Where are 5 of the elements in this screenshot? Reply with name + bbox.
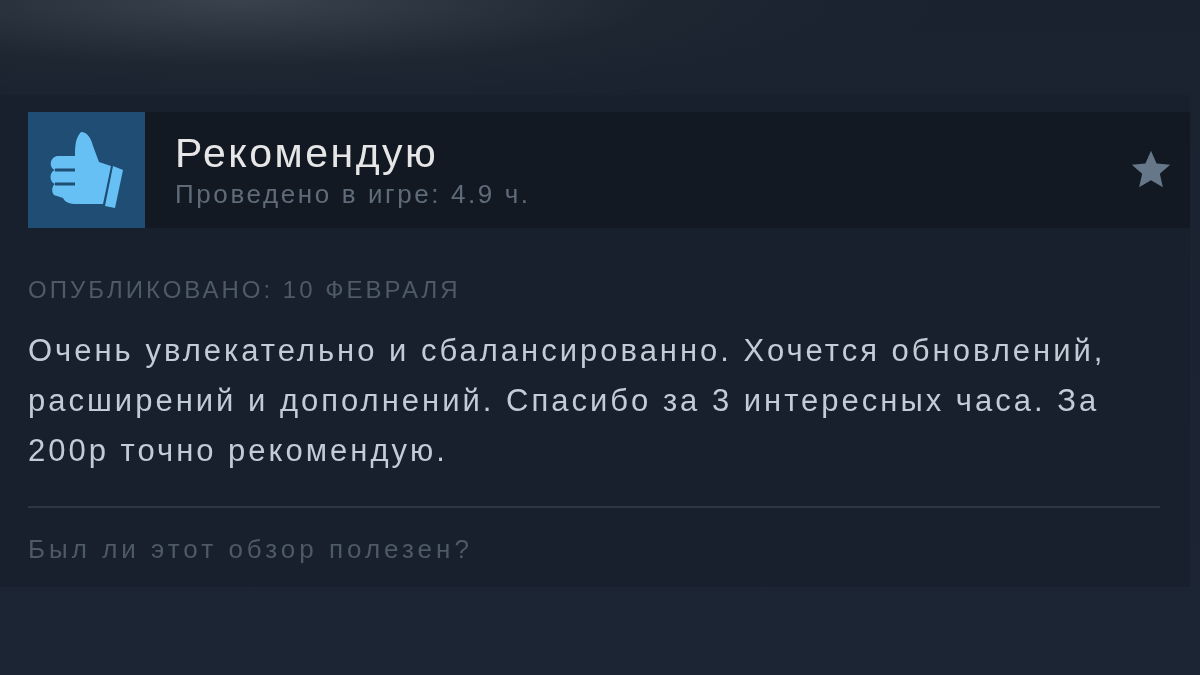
posted-date: ОПУБЛИКОВАНО: 10 ФЕВРАЛЯ (28, 276, 461, 304)
helpful-question: Был ли этот обзор полезен? (28, 534, 473, 565)
review-text: Очень увлекательно и сбалансированно. Хочется обновлений, расширений и дополнений. Спасибо за 3 интересных часа. За 200р точно рекомендую. (28, 332, 1107, 470)
playtime-text: Проведено в игре: 4.9 ч. (175, 178, 532, 211)
verdict-title: Рекомендую (175, 129, 440, 177)
